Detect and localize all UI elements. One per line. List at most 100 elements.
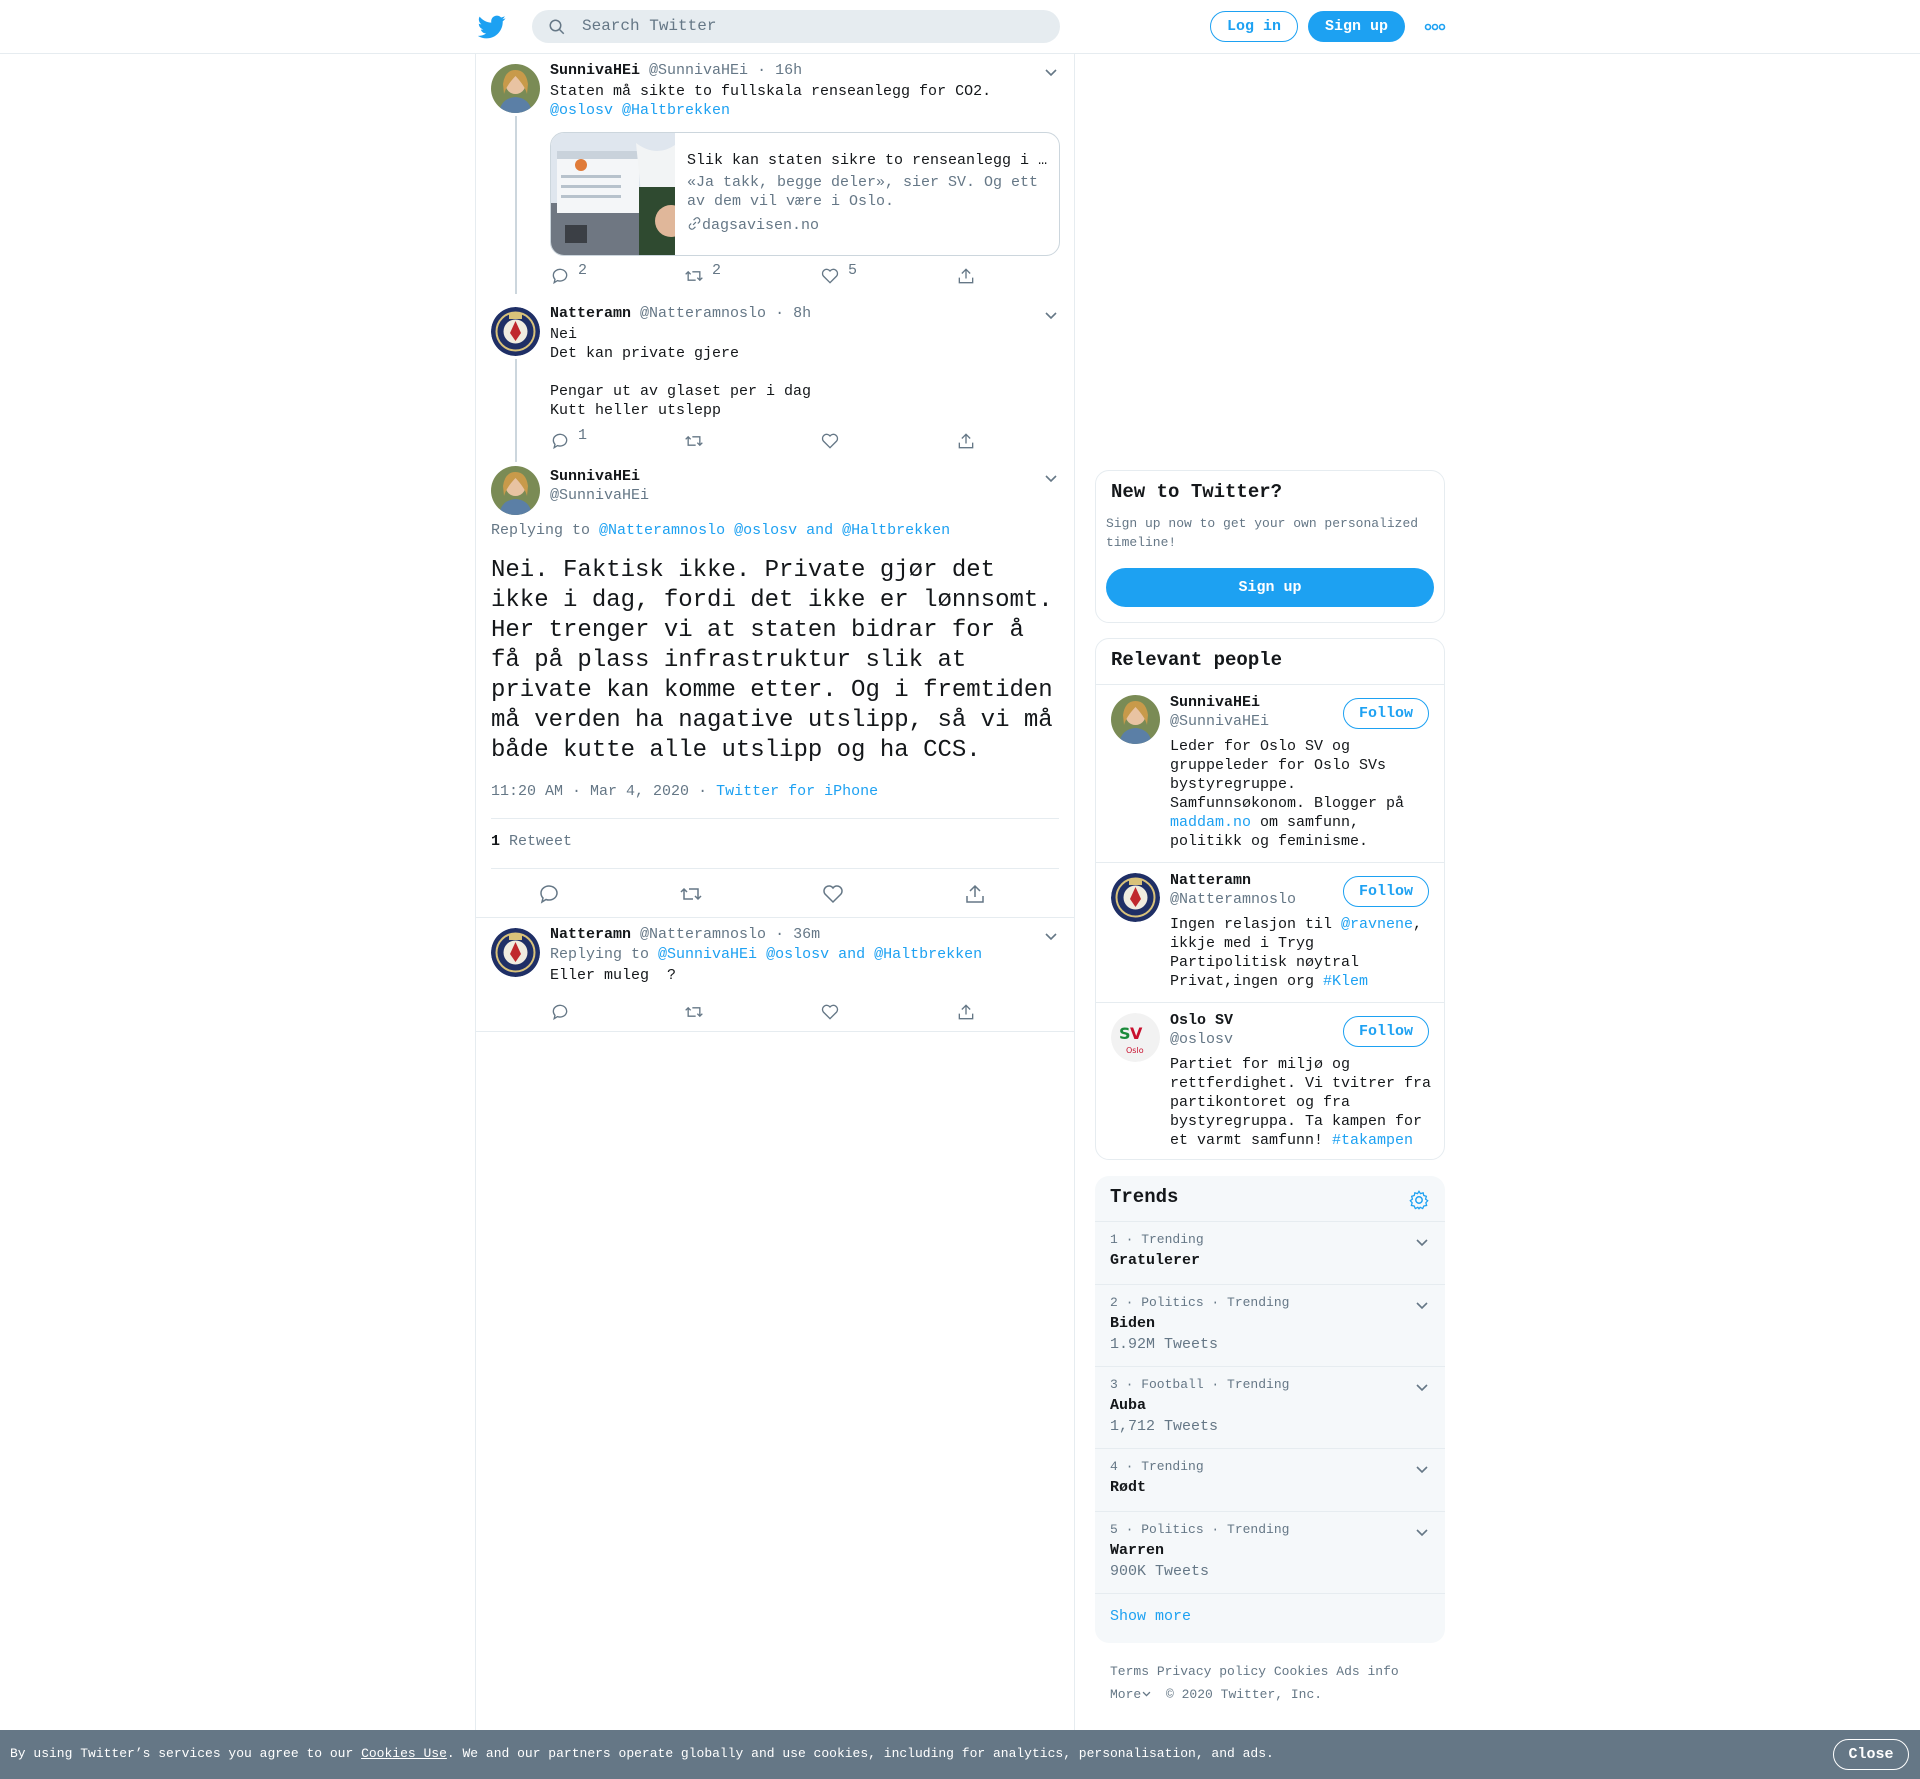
trend-name[interactable]: Biden bbox=[1110, 1315, 1155, 1332]
like-button[interactable]: 5 bbox=[820, 262, 857, 286]
reply-button[interactable]: 2 bbox=[550, 262, 587, 286]
retweet-button[interactable]: 2 bbox=[684, 262, 721, 286]
footer-more-button[interactable]: More bbox=[1110, 1687, 1152, 1702]
bio-link[interactable]: maddam.no bbox=[1170, 814, 1251, 831]
replying-to-mentions[interactable]: @SunnivaHEi @oslosv and @Haltbrekken bbox=[658, 946, 982, 963]
chevron-down-icon[interactable] bbox=[1414, 1524, 1430, 1540]
login-button[interactable]: Log in bbox=[1210, 11, 1298, 42]
card-title[interactable]: Slik kan staten sikre to renseanlegg i O… bbox=[687, 152, 1052, 169]
trend-item[interactable]: 2 · Politics · Trending Biden 1.92M Twee… bbox=[1095, 1284, 1445, 1366]
person-name[interactable]: Oslo SV bbox=[1170, 1012, 1233, 1029]
person-natteramn[interactable]: Natteramn @Natteramnoslo Follow Ingen re… bbox=[1096, 862, 1444, 1002]
trend-name[interactable]: Warren bbox=[1110, 1542, 1164, 1559]
person-handle[interactable]: @oslosv bbox=[1170, 1031, 1233, 1048]
trend-name[interactable]: Rødt bbox=[1110, 1479, 1146, 1496]
chevron-down-icon[interactable] bbox=[1414, 1461, 1430, 1477]
author-name[interactable]: Natteramn bbox=[550, 305, 631, 322]
sidebar-signup-button[interactable]: Sign up bbox=[1106, 568, 1434, 607]
share-button[interactable] bbox=[956, 431, 976, 451]
trend-count: 1.92M Tweets bbox=[1110, 1336, 1219, 1353]
like-button[interactable] bbox=[820, 431, 840, 451]
author-name[interactable]: SunnivaHEi bbox=[550, 62, 640, 79]
tweet-time[interactable]: · 8h bbox=[775, 305, 811, 322]
reply-button[interactable] bbox=[537, 882, 561, 904]
tweet-time[interactable]: · 36m bbox=[775, 926, 820, 943]
like-button[interactable] bbox=[821, 882, 845, 904]
follow-button[interactable]: Follow bbox=[1343, 698, 1429, 729]
relevant-people-box: Relevant people SunnivaHEi @SunnivaHEi F… bbox=[1095, 638, 1445, 1160]
person-sunnivahei[interactable]: SunnivaHEi @SunnivaHEi Follow Leder for … bbox=[1096, 684, 1444, 862]
reply-button[interactable] bbox=[550, 1002, 570, 1022]
reply-button[interactable]: 1 bbox=[550, 427, 587, 451]
search-input[interactable]: Search Twitter bbox=[582, 17, 716, 35]
follow-button[interactable]: Follow bbox=[1343, 876, 1429, 907]
tweet-source[interactable]: Twitter for iPhone bbox=[716, 783, 878, 800]
bio-link[interactable]: #Klem bbox=[1323, 973, 1368, 990]
like-button[interactable] bbox=[820, 1002, 840, 1022]
avatar[interactable] bbox=[491, 64, 540, 113]
tweet-timestamp[interactable]: 11:20 AM · Mar 4, 2020 bbox=[491, 783, 689, 800]
avatar[interactable] bbox=[491, 307, 540, 356]
avatar[interactable] bbox=[1111, 873, 1160, 922]
trend-name[interactable]: Gratulerer bbox=[1110, 1252, 1200, 1269]
footer-cookies-link[interactable]: Cookies bbox=[1274, 1664, 1329, 1679]
tweet-2[interactable]: Natteramn @Natteramnoslo · 8h Nei Det ka… bbox=[476, 297, 1074, 462]
bio-link[interactable]: #takampen bbox=[1332, 1132, 1413, 1149]
chevron-down-icon[interactable] bbox=[1414, 1234, 1430, 1250]
chevron-down-icon[interactable] bbox=[1414, 1297, 1430, 1313]
person-oslosv[interactable]: S V Oslo Oslo SV @oslosv Follow Partiet fo… bbox=[1096, 1002, 1444, 1159]
author-name[interactable]: SunnivaHEi bbox=[550, 468, 640, 485]
avatar[interactable] bbox=[1111, 695, 1160, 744]
cookies-use-link[interactable]: Cookies Use bbox=[361, 1746, 447, 1761]
author-handle[interactable]: @SunnivaHEi bbox=[649, 62, 748, 79]
share-button[interactable] bbox=[956, 1002, 976, 1022]
author-handle[interactable]: @Natteramnoslo bbox=[640, 926, 766, 943]
search-bar[interactable]: Search Twitter bbox=[532, 10, 1060, 43]
reply-tweet[interactable]: Natteramn @Natteramnoslo · 36m Replying … bbox=[476, 918, 1074, 1032]
trend-item[interactable]: 5 · Politics · Trending Warren 900K Twee… bbox=[1095, 1511, 1445, 1593]
chevron-down-icon[interactable] bbox=[1043, 64, 1059, 80]
bio-link[interactable]: @ravnene bbox=[1341, 916, 1413, 933]
card-domain: dagsavisen.no bbox=[702, 217, 820, 234]
footer-terms-link[interactable]: Terms bbox=[1110, 1664, 1149, 1679]
chevron-down-icon[interactable] bbox=[1414, 1379, 1430, 1395]
twitter-logo-icon[interactable] bbox=[478, 13, 506, 41]
chevron-down-icon[interactable] bbox=[1043, 470, 1059, 486]
retweet-stat[interactable]: 1 Retweet bbox=[491, 833, 572, 850]
author-handle[interactable]: @Natteramnoslo bbox=[640, 305, 766, 322]
retweet-button[interactable] bbox=[679, 882, 703, 902]
person-name[interactable]: Natteramn bbox=[1170, 872, 1251, 889]
settings-gear-icon[interactable] bbox=[1408, 1189, 1430, 1211]
avatar[interactable]: S V Oslo bbox=[1111, 1013, 1160, 1062]
person-name[interactable]: SunnivaHEi bbox=[1170, 694, 1260, 711]
follow-button[interactable]: Follow bbox=[1343, 1016, 1429, 1047]
tweet-mentions[interactable]: @oslosv @Haltbrekken bbox=[550, 101, 730, 120]
share-button[interactable] bbox=[963, 882, 987, 903]
chevron-down-icon[interactable] bbox=[1043, 928, 1059, 944]
author-handle[interactable]: @SunnivaHEi bbox=[550, 487, 649, 504]
chevron-down-icon[interactable] bbox=[1043, 307, 1059, 323]
tweet-1[interactable]: SunnivaHEi @SunnivaHEi · 16h Staten må s… bbox=[476, 54, 1074, 294]
avatar[interactable] bbox=[491, 466, 540, 515]
person-handle[interactable]: @SunnivaHEi bbox=[1170, 713, 1269, 730]
show-more-link[interactable]: Show more bbox=[1110, 1608, 1191, 1625]
person-handle[interactable]: @Natteramnoslo bbox=[1170, 891, 1296, 908]
retweet-button[interactable] bbox=[684, 431, 704, 451]
tweet-time[interactable]: · 16h bbox=[757, 62, 802, 79]
trend-name[interactable]: Auba bbox=[1110, 1397, 1146, 1414]
trend-item[interactable]: 1 · Trending Gratulerer bbox=[1095, 1221, 1445, 1284]
author-name[interactable]: Natteramn bbox=[550, 926, 631, 943]
link-card[interactable]: Slik kan staten sikre to renseanlegg i O… bbox=[550, 132, 1060, 256]
replying-to-mentions[interactable]: @Natteramnoslo @oslosv and @Haltbrekken bbox=[599, 522, 950, 539]
avatar[interactable] bbox=[491, 928, 540, 977]
footer-ads-link[interactable]: Ads info bbox=[1336, 1664, 1398, 1679]
trend-item[interactable]: 4 · Trending Rødt bbox=[1095, 1448, 1445, 1511]
share-button[interactable] bbox=[956, 266, 976, 286]
more-options-icon[interactable] bbox=[1424, 17, 1446, 37]
retweet-button[interactable] bbox=[684, 1002, 704, 1022]
trend-item[interactable]: 3 · Football · Trending Auba 1,712 Tweet… bbox=[1095, 1366, 1445, 1448]
tweet-actions bbox=[550, 1002, 974, 1022]
footer-privacy-link[interactable]: Privacy policy bbox=[1157, 1664, 1266, 1679]
signup-button[interactable]: Sign up bbox=[1308, 11, 1405, 42]
cookie-close-button[interactable]: Close bbox=[1833, 1739, 1909, 1770]
